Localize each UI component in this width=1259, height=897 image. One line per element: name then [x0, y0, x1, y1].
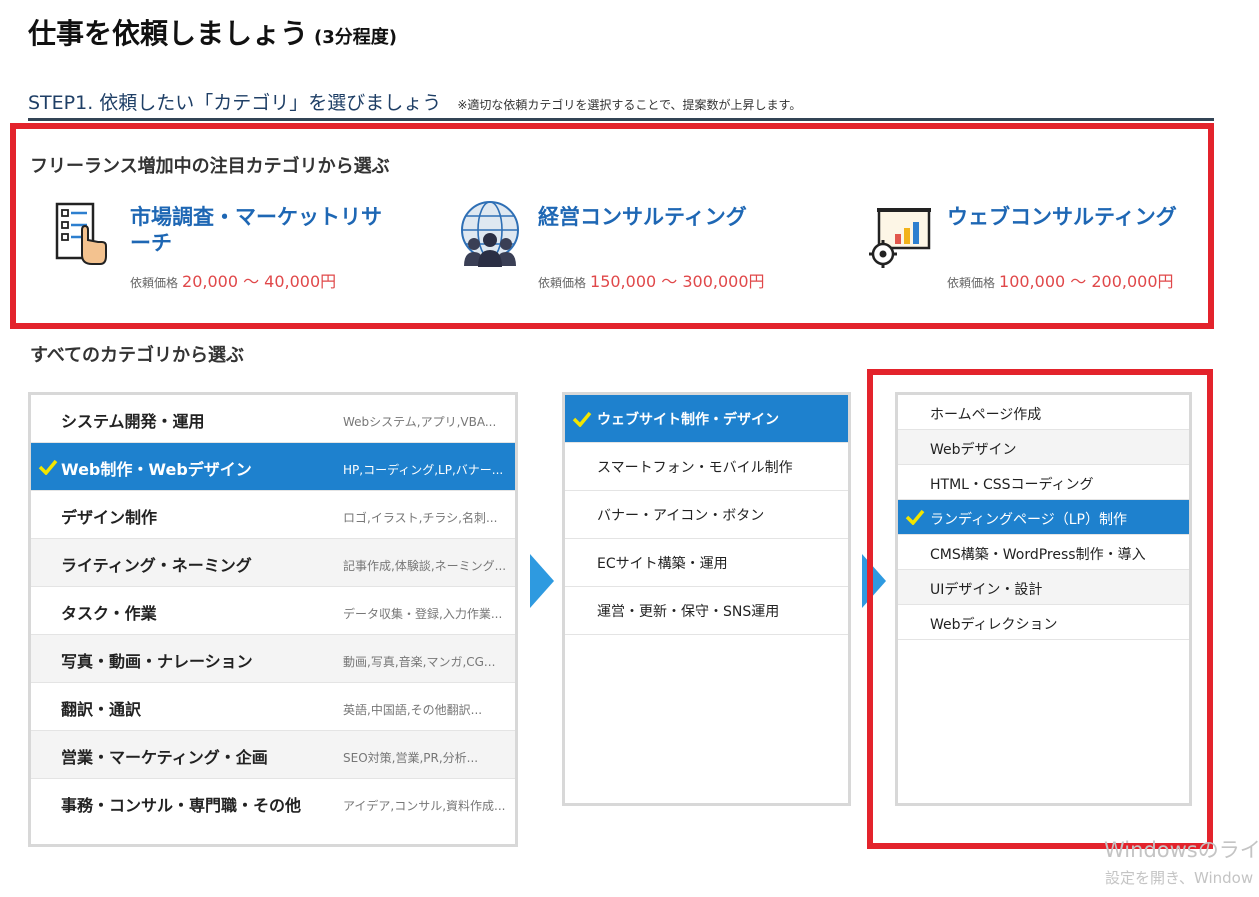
subcategory-item-mobile[interactable]: スマートフォン・モバイル制作: [565, 443, 848, 491]
category-desc: 英語,中国語,その他翻訳...: [343, 703, 483, 717]
featured-item-name: ウェブコンサルティング: [947, 205, 1177, 229]
category-label: デザイン制作: [61, 508, 158, 527]
category-label: システム開発・運用: [61, 412, 205, 431]
price-label: 依頼価格: [130, 276, 179, 290]
price-value: 150,000 〜 300,000円: [590, 272, 765, 291]
category-desc: ロゴ,イラスト,チラシ,名刺...: [343, 511, 498, 525]
page-title: 仕事を依頼しましょう (3分程度): [28, 12, 397, 52]
category-item-office-consulting[interactable]: 事務・コンサル・専門職・その他 アイデア,コンサル,資料作成...: [31, 779, 515, 844]
subcategory-item-banner[interactable]: バナー・アイコン・ボタン: [565, 491, 848, 539]
category-desc: アイデア,コンサル,資料作成...: [343, 799, 506, 813]
category-desc: 動画,写真,音楽,マンガ,CG...: [343, 655, 496, 669]
presentation-board-gear-icon: [869, 208, 931, 268]
all-categories-title: すべてのカテゴリから選ぶ: [30, 345, 245, 366]
featured-item-price: 依頼価格 100,000 〜 200,000円: [947, 268, 1174, 292]
check-icon: [572, 411, 592, 427]
category-desc: データ収集・登録,入力作業...: [343, 607, 503, 621]
arrow-right-icon: [530, 554, 554, 608]
subcategory-label: ECサイト構築・運用: [597, 556, 728, 572]
category-label: 写真・動画・ナレーション: [61, 652, 253, 671]
price-value: 100,000 〜 200,000円: [999, 272, 1174, 291]
category-item-sales-marketing[interactable]: 営業・マーケティング・企画 SEO対策,営業,PR,分析...: [31, 731, 515, 779]
subcategory-item-ec[interactable]: ECサイト構築・運用: [565, 539, 848, 587]
subcategory-label: バナー・アイコン・ボタン: [597, 508, 765, 524]
watermark-line-1: Windowsのライ: [1104, 838, 1259, 862]
featured-item-management-consulting[interactable]: 経営コンサルティング 依頼価格 150,000 〜 300,000円: [460, 200, 830, 300]
category-desc: SEO対策,営業,PR,分析...: [343, 751, 479, 765]
price-value: 20,000 〜 40,000円: [182, 272, 337, 291]
category-label: 事務・コンサル・専門職・その他: [61, 796, 302, 815]
featured-item-name: 経営コンサルティング: [538, 205, 747, 229]
featured-title: フリーランス増加中の注目カテゴリから選ぶ: [30, 156, 390, 177]
step-label: STEP1. 依頼したい「カテゴリ」を選びましょう: [28, 92, 442, 114]
featured-item-price: 依頼価格 150,000 〜 300,000円: [538, 268, 765, 292]
category-desc: 記事作成,体験談,ネーミング...: [343, 559, 507, 573]
category-item-web-design[interactable]: Web制作・Webデザイン HP,コーディング,LP,バナー...: [31, 443, 515, 491]
category-item-design[interactable]: デザイン制作 ロゴ,イラスト,チラシ,名刺...: [31, 491, 515, 539]
category-item-system-development[interactable]: システム開発・運用 Webシステム,アプリ,VBA...: [31, 395, 515, 443]
page-title-text: 仕事を依頼しましょう: [28, 17, 309, 50]
featured-item-market-research[interactable]: 市場調査・マーケットリサーチ 依頼価格 20,000 〜 40,000円: [52, 200, 422, 300]
category-desc: Webシステム,アプリ,VBA...: [343, 415, 497, 429]
category-item-writing[interactable]: ライティング・ネーミング 記事作成,体験談,ネーミング...: [31, 539, 515, 587]
watermark-line-2: 設定を開き、Window: [1105, 869, 1254, 887]
detail-highlight-box: [867, 369, 1213, 849]
featured-item-web-consulting[interactable]: ウェブコンサルティング 依頼価格 100,000 〜 200,000円: [869, 200, 1239, 300]
subcategory-label: ウェブサイト制作・デザイン: [597, 412, 779, 428]
globe-people-icon: [461, 201, 519, 267]
category-desc: HP,コーディング,LP,バナー...: [343, 463, 504, 477]
subcategory-item-operations[interactable]: 運営・更新・保守・SNS運用: [565, 587, 848, 635]
subcategory-list: ウェブサイト制作・デザイン スマートフォン・モバイル制作 バナー・アイコン・ボタ…: [562, 392, 851, 806]
subcategory-item-website[interactable]: ウェブサイト制作・デザイン: [565, 395, 848, 443]
step-header: STEP1. 依頼したい「カテゴリ」を選びましょう ※適切な依頼カテゴリを選択する…: [28, 88, 1214, 121]
category-label: ライティング・ネーミング: [61, 556, 252, 575]
category-item-photo-video[interactable]: 写真・動画・ナレーション 動画,写真,音楽,マンガ,CG...: [31, 635, 515, 683]
category-label: 営業・マーケティング・企画: [61, 748, 268, 767]
category-label: タスク・作業: [61, 604, 157, 623]
category-item-translation[interactable]: 翻訳・通訳 英語,中国語,その他翻訳...: [31, 683, 515, 731]
price-label: 依頼価格: [538, 276, 587, 290]
checklist-hand-icon: [55, 202, 107, 265]
step-note: ※適切な依頼カテゴリを選択することで、提案数が上昇します。: [457, 98, 802, 112]
subcategory-label: スマートフォン・モバイル制作: [597, 460, 793, 476]
featured-item-price: 依頼価格 20,000 〜 40,000円: [130, 268, 336, 292]
category-label: 翻訳・通訳: [61, 700, 142, 719]
price-label: 依頼価格: [947, 276, 996, 290]
category-list: システム開発・運用 Webシステム,アプリ,VBA... Web制作・Webデザ…: [28, 392, 518, 847]
category-item-tasks[interactable]: タスク・作業 データ収集・登録,入力作業...: [31, 587, 515, 635]
featured-item-name: 市場調査・マーケットリサーチ: [130, 205, 382, 255]
page-duration: (3分程度): [314, 27, 397, 48]
check-icon: [38, 459, 58, 475]
category-label: Web制作・Webデザイン: [61, 460, 252, 479]
subcategory-label: 運営・更新・保守・SNS運用: [597, 604, 780, 620]
